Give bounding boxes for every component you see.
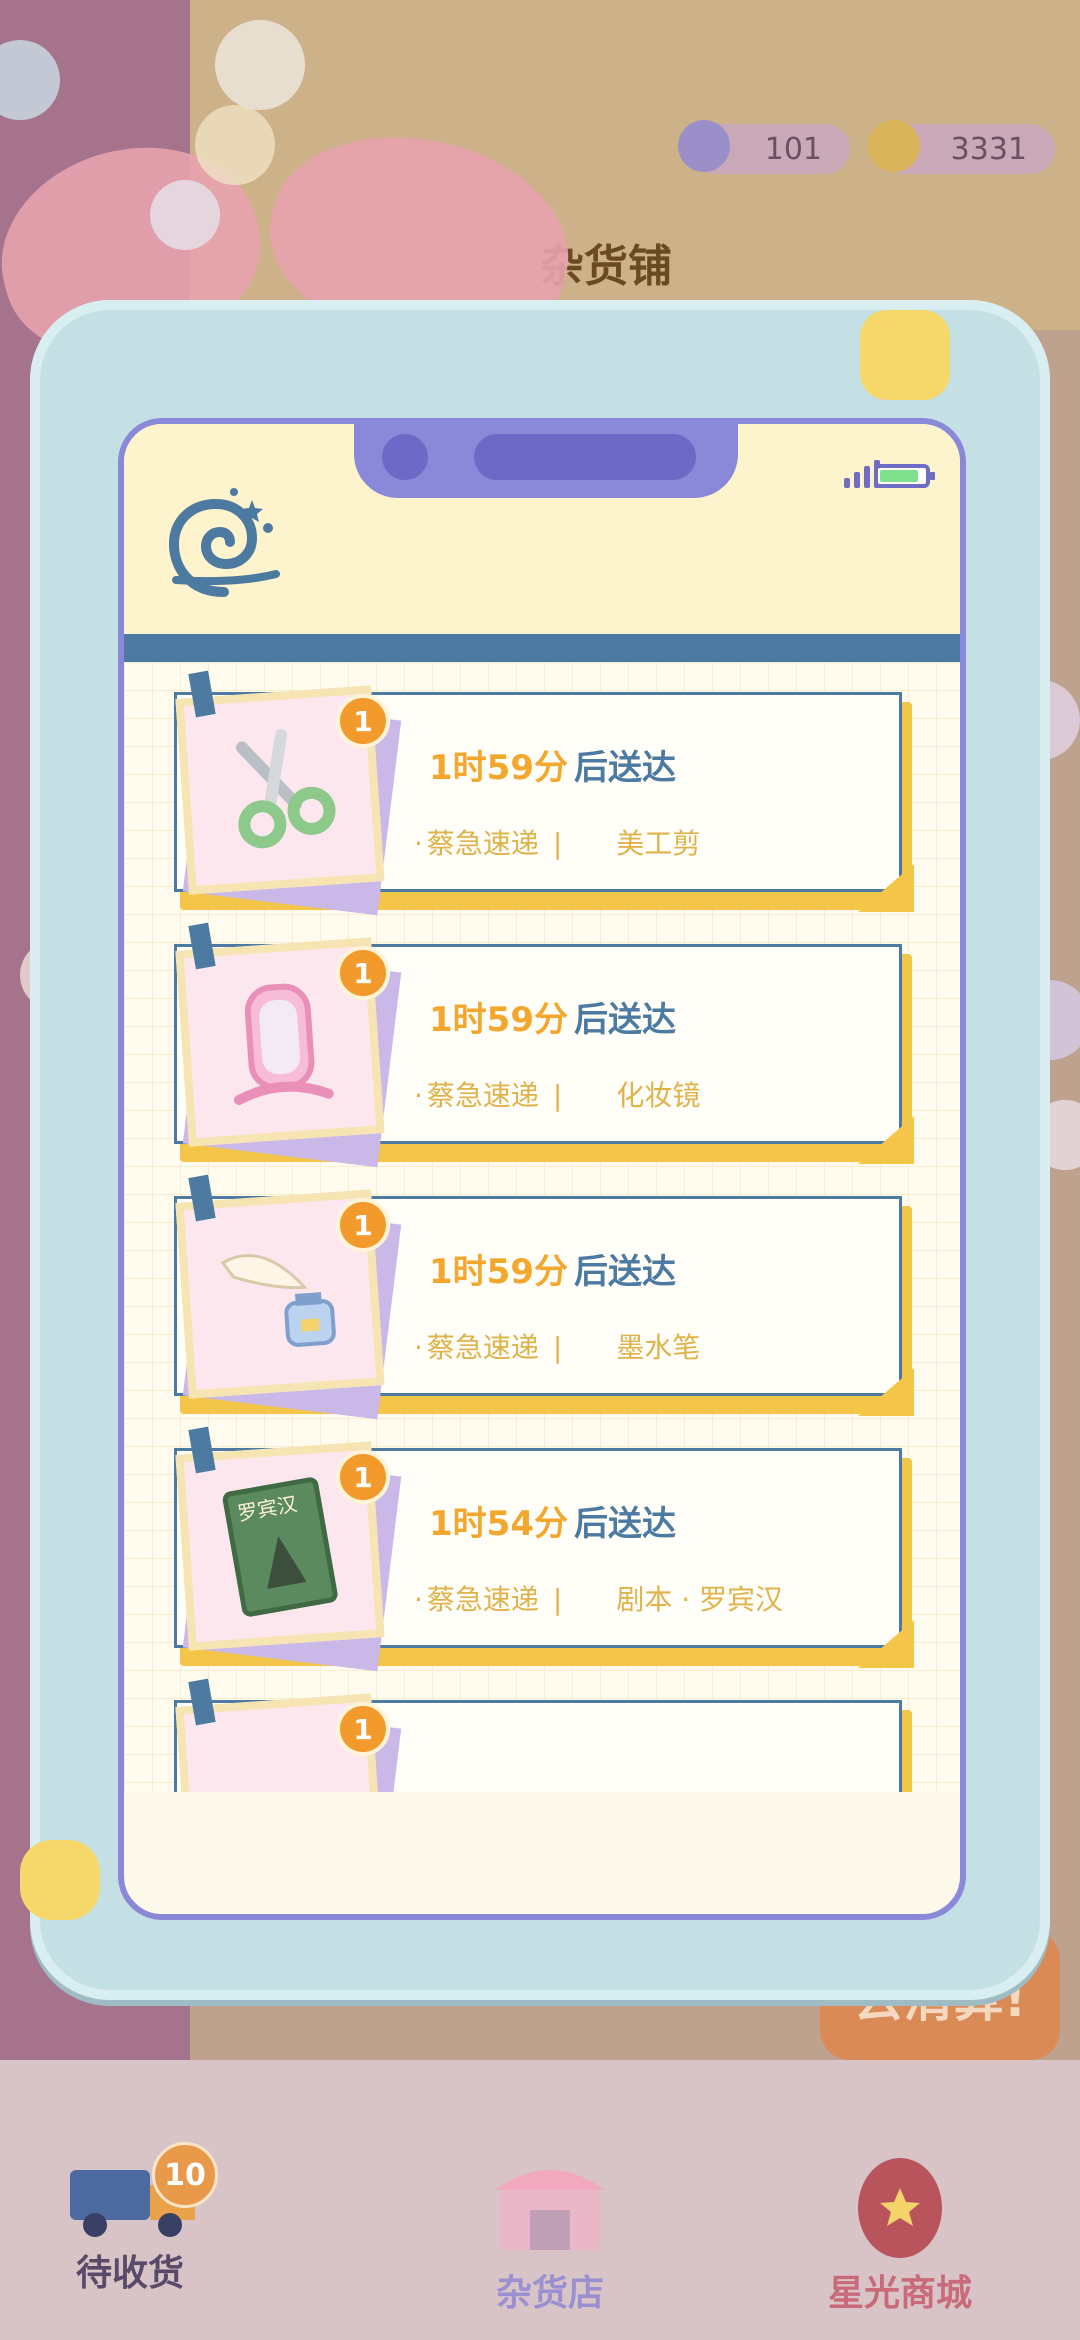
item-name: 美工剪: [616, 827, 701, 860]
quill-ink-icon: [220, 1254, 336, 1347]
star-egg-icon: [858, 2158, 942, 2258]
card-fold: [858, 1620, 914, 1668]
delivery-card[interactable]: 1: [174, 1678, 934, 1792]
scissors-icon: [235, 728, 336, 849]
item-name: 化妆镜: [616, 1079, 701, 1112]
delivery-list[interactable]: 1 1时59分 后送达 · 蔡急速递 | 美工剪 1 1时59分 后送达 · 蔡…: [124, 662, 960, 1792]
item-name: 墨水笔: [616, 1331, 701, 1364]
nav-shop-label: 杂货店: [495, 2273, 604, 2314]
coin-count: 3331: [950, 131, 1027, 167]
book-icon: 罗宾汉: [222, 1477, 338, 1617]
pearl-bead: [195, 105, 275, 185]
eta-time: 1时59分: [429, 1000, 568, 1040]
courier-name: 蔡急速递: [426, 1079, 539, 1112]
quantity-badge: 1: [336, 1450, 390, 1504]
eta-time: 1时59分: [429, 748, 568, 788]
star-decoration: [860, 310, 950, 400]
delivery-eta: 1时59分 后送达: [429, 740, 676, 789]
coin-currency: 3331: [868, 120, 1055, 174]
camera-icon: [382, 434, 428, 480]
eta-time: 1时59分: [429, 1252, 568, 1292]
nav-shop: 杂货店: [440, 2150, 660, 2316]
delivery-eta: 1时59分 后送达: [429, 992, 676, 1041]
eta-suffix: 后送达: [573, 748, 676, 788]
phone-screen: 1 1时59分 后送达 · 蔡急速递 | 美工剪 1 1时59分 后送达 · 蔡…: [118, 418, 966, 1920]
coin-icon: [868, 120, 920, 172]
eta-suffix: 后送达: [573, 1504, 676, 1544]
separator: |: [552, 1079, 563, 1112]
separator: |: [552, 1331, 563, 1364]
item-name: 剧本 · 罗宾汉: [616, 1583, 784, 1616]
battery-icon: [874, 464, 935, 488]
delivery-eta: 1时59分 后送达: [429, 1244, 676, 1293]
courier-name: 蔡急速递: [426, 1583, 539, 1616]
star-count: 101: [764, 131, 822, 167]
nav-star-mall-label: 星光商城: [827, 2273, 972, 2314]
delivery-card[interactable]: 1 1时59分 后送达 · 蔡急速递 | 美工剪: [174, 670, 934, 916]
quantity-badge: 1: [336, 1198, 390, 1252]
eta-suffix: 后送达: [573, 1000, 676, 1040]
separator: |: [552, 827, 563, 860]
delivery-info: · 蔡急速递 | 墨水笔: [414, 1331, 701, 1364]
heart-decoration: [20, 1840, 100, 1920]
nav-star-mall: 星光商城: [790, 2150, 1010, 2316]
speaker-slot: [474, 434, 696, 480]
delivery-info: · 蔡急速递 | 美工剪: [414, 827, 701, 860]
pearl-bead: [150, 180, 220, 250]
delivery-card[interactable]: 罗宾汉 1 1时54分 后送达 · 蔡急速递 | 剧本 · 罗宾汉: [174, 1426, 934, 1672]
eta-suffix: 后送达: [573, 1252, 676, 1292]
star-currency: 101: [678, 120, 850, 174]
vanity-mirror-icon: [233, 983, 334, 1106]
card-fold: [858, 864, 914, 912]
separator: |: [552, 1583, 563, 1616]
phone-notch: [354, 424, 738, 498]
star-gem-icon: [678, 120, 730, 172]
delivery-info: · 蔡急速递 | 化妆镜: [414, 1079, 701, 1112]
snail-logo-icon: [168, 488, 280, 597]
delivery-card[interactable]: 1 1时59分 后送达 · 蔡急速递 | 墨水笔: [174, 1174, 934, 1420]
header-stripe: [124, 634, 960, 662]
delivery-eta: 1时54分 后送达: [429, 1496, 676, 1545]
pending-count-badge: 10: [152, 2142, 218, 2208]
card-fold: [858, 1368, 914, 1416]
nav-pending-label: 待收货: [75, 2253, 184, 2294]
quantity-badge: 1: [336, 694, 390, 748]
eta-time: 1时54分: [429, 1504, 568, 1544]
quantity-badge: 1: [336, 946, 390, 1000]
delivery-info: · 蔡急速递 | 剧本 · 罗宾汉: [414, 1583, 784, 1616]
pearl-bead: [215, 20, 305, 110]
card-fold: [858, 1116, 914, 1164]
shop-stall-icon: [495, 2170, 605, 2250]
quantity-badge: 1: [336, 1702, 390, 1756]
nav-pending-delivery: 10 待收货: [20, 2142, 240, 2296]
delivery-card[interactable]: 1 1时59分 后送达 · 蔡急速递 | 化妆镜: [174, 922, 934, 1168]
courier-name: 蔡急速递: [426, 827, 539, 860]
courier-name: 蔡急速递: [426, 1331, 539, 1364]
